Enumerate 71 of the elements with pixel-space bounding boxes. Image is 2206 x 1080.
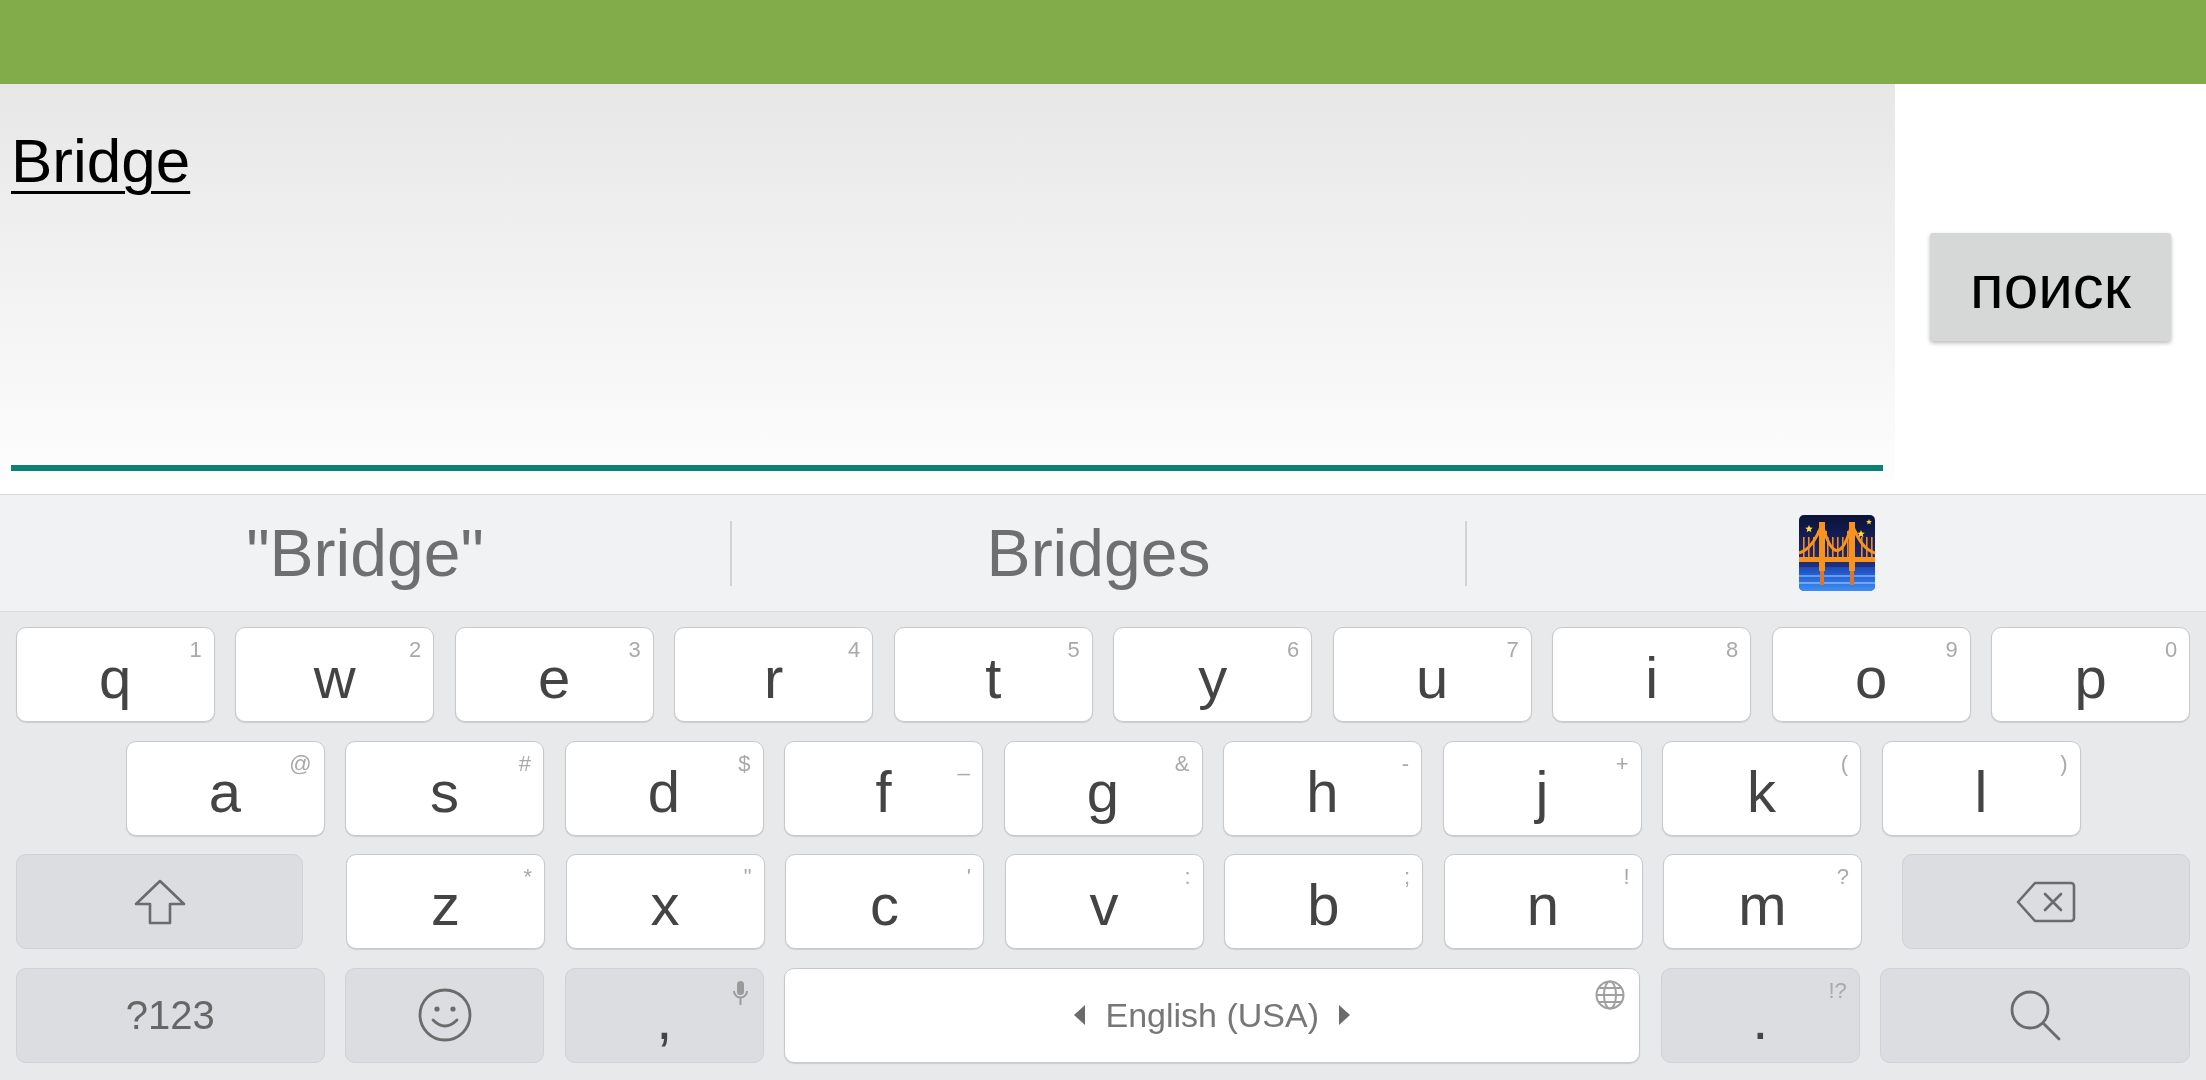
key-hint: @ bbox=[289, 752, 312, 775]
key-hint: 6 bbox=[1287, 639, 1300, 661]
letter-key[interactable]: x " bbox=[565, 854, 765, 949]
period-key[interactable]: . !? bbox=[1660, 967, 1860, 1063]
key-hint: " bbox=[743, 866, 752, 888]
key-hint: ? bbox=[1836, 866, 1849, 888]
letter-key[interactable]: v : bbox=[1004, 854, 1204, 949]
key-hint: 7 bbox=[1506, 639, 1519, 661]
letter-key[interactable]: l ) bbox=[1881, 740, 2081, 836]
letter-key[interactable]: o 9 bbox=[1771, 627, 1971, 722]
letter-key[interactable]: u 7 bbox=[1332, 627, 1532, 722]
symbols-key[interactable]: ?123 bbox=[15, 967, 325, 1063]
letter-key[interactable]: y 6 bbox=[1113, 627, 1313, 722]
key-hint: 3 bbox=[628, 639, 641, 661]
backspace-icon bbox=[2016, 880, 2076, 923]
key-hint: ! bbox=[1623, 866, 1630, 888]
letter-key[interactable]: c ' bbox=[785, 854, 984, 949]
shift-key[interactable] bbox=[16, 854, 303, 949]
letter-key[interactable]: i 8 bbox=[1552, 627, 1752, 722]
up-arrow-icon bbox=[133, 878, 186, 925]
comma-key[interactable]: , bbox=[564, 967, 764, 1063]
letter-key[interactable]: m ? bbox=[1663, 854, 1862, 949]
letter-key[interactable]: t 5 bbox=[893, 627, 1093, 722]
letter-key[interactable]: b ; bbox=[1224, 854, 1423, 949]
letter-key[interactable]: e 3 bbox=[454, 627, 654, 722]
microphone-icon bbox=[731, 979, 749, 1006]
delete-key[interactable] bbox=[1902, 854, 2190, 949]
key-hint: & bbox=[1174, 752, 1190, 775]
letter-key[interactable]: h - bbox=[1223, 740, 1422, 836]
key-hint: !? bbox=[1828, 979, 1847, 1002]
letter-key[interactable]: w 2 bbox=[235, 627, 435, 722]
key-hint: # bbox=[518, 752, 531, 775]
search-key[interactable] bbox=[1880, 967, 2191, 1063]
key-hint: ( bbox=[1840, 752, 1848, 775]
key-hint: _ bbox=[957, 752, 970, 775]
smiley-icon bbox=[417, 988, 472, 1042]
key-hint: 9 bbox=[1945, 639, 1958, 661]
key-hint: + bbox=[1615, 752, 1629, 775]
letter-key[interactable]: a @ bbox=[125, 740, 325, 836]
right-triangle-icon bbox=[1339, 1005, 1350, 1025]
key-hint: ; bbox=[1403, 866, 1410, 888]
key-hint: : bbox=[1184, 866, 1191, 888]
key-hint: 2 bbox=[409, 639, 422, 661]
key-hint: ' bbox=[966, 866, 971, 888]
key-hint: 0 bbox=[2165, 639, 2178, 661]
letter-key[interactable]: z * bbox=[346, 854, 545, 949]
bridge-at-night-icon[interactable] bbox=[1798, 515, 1875, 591]
letter-key[interactable]: r 4 bbox=[674, 627, 874, 722]
space-bar[interactable]: English (USA) bbox=[784, 967, 1641, 1063]
key-hint: 4 bbox=[848, 639, 861, 661]
letter-key[interactable]: j + bbox=[1442, 740, 1642, 836]
search-icon bbox=[2009, 989, 2062, 1041]
letter-key[interactable]: s # bbox=[345, 740, 544, 836]
letter-key[interactable]: d $ bbox=[564, 740, 764, 836]
letter-key[interactable]: n ! bbox=[1443, 854, 1643, 949]
globe-icon bbox=[1595, 979, 1626, 1010]
key-hint: - bbox=[1401, 752, 1409, 775]
letter-key[interactable]: k ( bbox=[1662, 740, 1861, 836]
letter-key[interactable]: f _ bbox=[784, 740, 983, 836]
key-hint: 5 bbox=[1067, 639, 1080, 661]
key-hint: 1 bbox=[189, 639, 202, 661]
key-hint: * bbox=[523, 866, 532, 888]
key-hint: $ bbox=[738, 752, 751, 775]
emoji-key[interactable] bbox=[345, 967, 545, 1063]
key-hint: 8 bbox=[1726, 639, 1739, 661]
key-hint: ) bbox=[2060, 752, 2068, 775]
left-triangle-icon bbox=[1074, 1005, 1086, 1025]
search-button[interactable]: поиск bbox=[1930, 233, 2171, 341]
letter-key[interactable]: p 0 bbox=[1991, 627, 2191, 722]
letter-key[interactable]: q 1 bbox=[15, 627, 215, 722]
letter-key[interactable]: g & bbox=[1003, 740, 1203, 836]
